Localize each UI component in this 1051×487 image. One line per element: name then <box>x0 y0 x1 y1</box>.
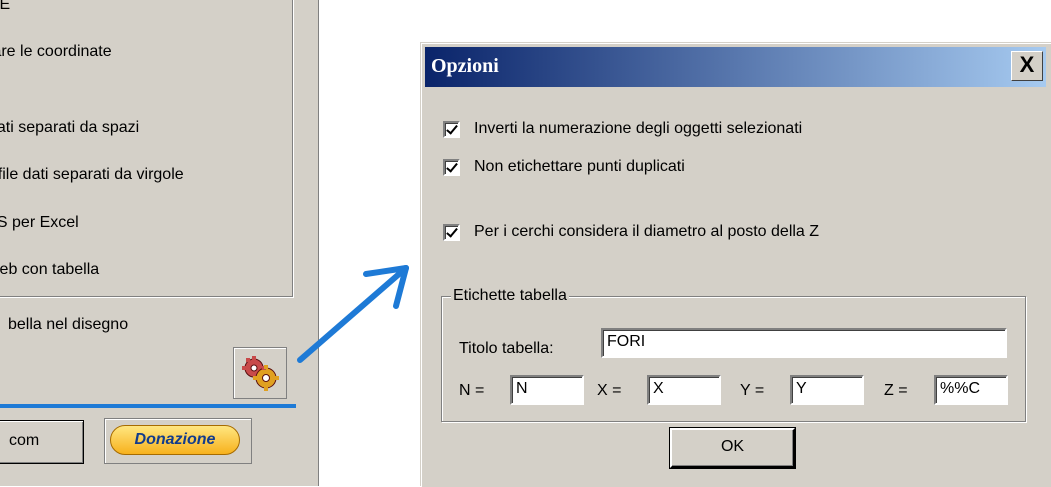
website-button[interactable]: com <box>0 420 84 464</box>
background-window: NE tare le coordinate dati separati da s… <box>0 0 319 486</box>
table-title-input[interactable]: FORI <box>601 328 1007 358</box>
export-options-group: NE tare le coordinate dati separati da s… <box>0 0 293 297</box>
option-space-separated[interactable]: dati separati da spazi <box>0 119 139 137</box>
donate-button[interactable]: Donazione <box>110 425 240 455</box>
option-table-in-drawing[interactable]: bella nel disegno <box>8 316 128 334</box>
z-label: Z = <box>884 382 908 399</box>
n-label: N = <box>459 382 485 399</box>
option-web-table[interactable]: web con tabella <box>0 261 99 279</box>
circle-diameter-label[interactable]: Per i cerchi considera il diametro al po… <box>474 223 819 241</box>
separator-line <box>0 404 296 408</box>
option-xls-excel[interactable]: LS per Excel <box>0 214 79 232</box>
dialog-title: Opzioni <box>431 55 499 77</box>
options-gear-button[interactable] <box>233 347 287 399</box>
option-coordinates[interactable]: tare le coordinate <box>0 43 112 61</box>
n-input[interactable]: N <box>510 375 584 405</box>
gears-icon <box>242 356 279 391</box>
no-duplicate-labels-checkbox[interactable] <box>443 159 460 176</box>
z-input[interactable]: %%C <box>934 375 1008 405</box>
pointer-arrow <box>297 265 409 363</box>
table-title-label: Titolo tabella: <box>459 340 554 357</box>
circle-diameter-checkbox[interactable] <box>443 224 460 241</box>
close-button[interactable]: X <box>1011 51 1043 81</box>
y-label: Y = <box>740 382 765 399</box>
dialog-titlebar[interactable] <box>425 47 1046 87</box>
group-top-text: NE <box>0 0 11 13</box>
invert-numbering-checkbox[interactable] <box>443 121 460 138</box>
invert-numbering-label[interactable]: Inverti la numerazione degli oggetti sel… <box>474 120 802 138</box>
y-input[interactable]: Y <box>790 375 864 405</box>
option-comma-separated[interactable]: - file dati separati da virgole <box>0 166 184 184</box>
ok-button[interactable]: OK <box>670 428 795 468</box>
table-labels-legend: Etichette tabella <box>451 287 569 305</box>
x-label: X = <box>597 382 622 399</box>
x-input[interactable]: X <box>647 375 721 405</box>
no-duplicate-labels-label[interactable]: Non etichettare punti duplicati <box>474 158 685 176</box>
website-button-label: com <box>9 432 40 449</box>
